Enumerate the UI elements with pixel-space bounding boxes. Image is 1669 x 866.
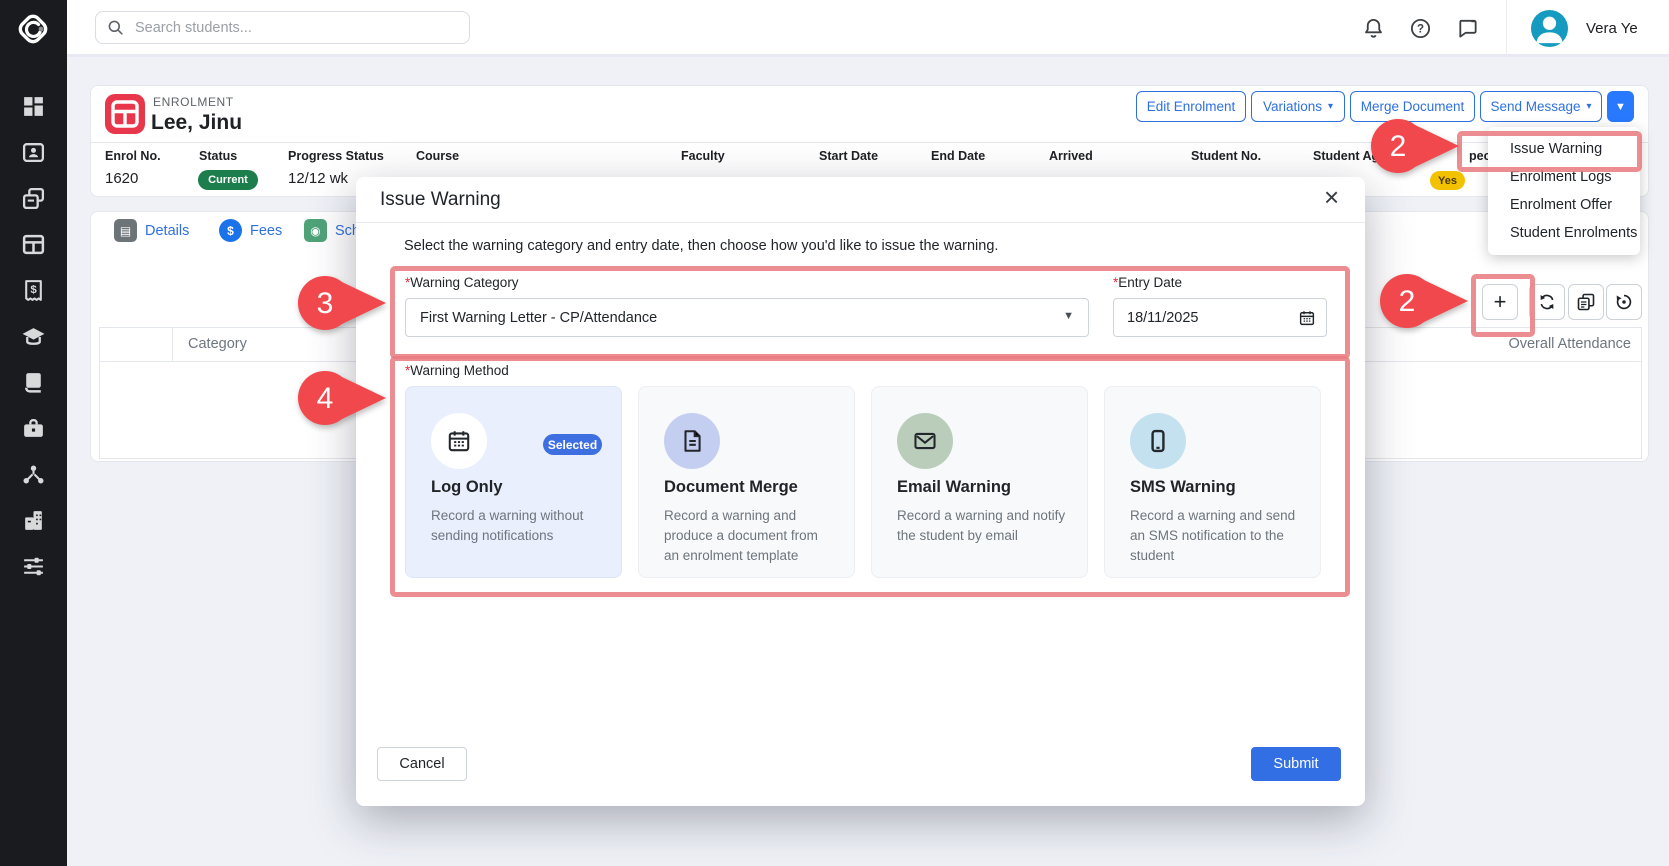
field-label: Faculty	[681, 149, 725, 163]
field-label: End Date	[931, 149, 985, 163]
callout-3-category: 3	[296, 274, 388, 332]
callout-number: 2	[1378, 285, 1436, 319]
phone-icon	[1130, 413, 1186, 469]
chevron-down-icon: ▼	[1615, 101, 1626, 113]
more-actions-caret-button[interactable]: ▼	[1607, 91, 1634, 122]
modal-header-divider	[356, 222, 1365, 223]
sidebar-item-students[interactable]	[21, 140, 46, 165]
field-label: Progress Status	[288, 149, 384, 163]
progress-status-value: 12/12 wk	[288, 170, 348, 187]
enrolment-kicker: ENROLMENT	[153, 95, 234, 109]
search-icon	[106, 18, 125, 37]
chevron-down-icon: ▼	[1063, 310, 1074, 322]
calendar-icon	[431, 413, 487, 469]
sidebar-item-employers[interactable]	[21, 416, 46, 441]
field-label: Start Date	[819, 149, 878, 163]
sidebar-item-dashboard[interactable]	[21, 94, 46, 119]
sidebar-item-agents[interactable]	[21, 462, 46, 487]
tab-schedule[interactable]: ◉ Sch	[304, 219, 360, 242]
sidebar-item-enrolments[interactable]	[21, 232, 46, 257]
field-label: Arrived	[1049, 149, 1093, 163]
topbar-divider	[1506, 0, 1507, 57]
document-icon	[664, 413, 720, 469]
column-header-overall-attendance[interactable]: Overall Attendance	[1508, 336, 1631, 352]
chevron-down-icon: ▾	[1587, 101, 1592, 112]
warning-method-label: *Warning Method	[405, 363, 509, 378]
selected-badge: Selected	[543, 434, 602, 455]
callout-number: 4	[296, 382, 354, 416]
help-icon[interactable]	[1409, 17, 1432, 40]
schedule-icon: ◉	[304, 219, 327, 242]
enrolment-icon	[105, 94, 145, 134]
notifications-bell-icon[interactable]	[1362, 17, 1385, 40]
field-label: Status	[199, 149, 237, 163]
cancel-button[interactable]: Cancel	[377, 747, 467, 781]
send-message-menu: Issue Warning Enrolment Logs Enrolment O…	[1488, 127, 1640, 255]
sidebar-item-finance[interactable]	[21, 278, 46, 303]
submit-button[interactable]: Submit	[1251, 747, 1341, 781]
callout-2-menu: 2	[1369, 117, 1461, 175]
close-icon[interactable]: ×	[1324, 187, 1339, 207]
search-bar[interactable]	[95, 11, 470, 44]
modal-instruction: Select the warning category and entry da…	[404, 238, 998, 254]
menu-item-student-enrolments[interactable]: Student Enrolments	[1488, 219, 1640, 247]
user-name[interactable]: Vera Ye	[1586, 20, 1638, 37]
field-label: Student No.	[1191, 149, 1261, 163]
refresh-button[interactable]	[1529, 284, 1565, 320]
sidebar-item-offers[interactable]	[21, 186, 46, 211]
callout-4-method: 4	[296, 369, 388, 427]
field-label: Enrol No.	[105, 149, 161, 163]
warning-category-label: *Warning Category	[405, 275, 519, 290]
sidebar-item-settings[interactable]	[21, 554, 46, 579]
sidebar-item-subjects[interactable]	[21, 370, 46, 395]
method-card-log-only[interactable]: Selected Log Only Record a warning witho…	[405, 386, 622, 578]
tab-details[interactable]: ▤ Details	[114, 219, 189, 242]
envelope-icon	[897, 413, 953, 469]
app-logo[interactable]	[13, 9, 53, 49]
search-input[interactable]	[133, 19, 459, 37]
field-label: Course	[416, 149, 459, 163]
method-card-sms-warning[interactable]: SMS Warning Record a warning and send an…	[1104, 386, 1321, 578]
entry-date-label: *Entry Date	[1113, 275, 1182, 290]
method-card-email-warning[interactable]: Email Warning Record a warning and notif…	[871, 386, 1088, 578]
details-icon: ▤	[114, 219, 137, 242]
callout-2-add-button: 2	[1378, 272, 1470, 330]
status-badge: Current	[198, 170, 258, 190]
student-name: Lee, Jinu	[151, 111, 242, 135]
issue-warning-modal: Issue Warning × Select the warning categ…	[356, 177, 1365, 806]
enrol-no-value: 1620	[105, 170, 138, 187]
menu-item-issue-warning[interactable]: Issue Warning	[1488, 135, 1640, 163]
method-card-document-merge[interactable]: Document Merge Record a warning and prod…	[638, 386, 855, 578]
chevron-down-icon: ▾	[1328, 101, 1333, 112]
callout-number: 2	[1369, 130, 1427, 164]
fees-icon: $	[219, 219, 242, 242]
sidebar	[0, 0, 67, 866]
menu-item-enrolment-offer[interactable]: Enrolment Offer	[1488, 191, 1640, 219]
warning-category-select[interactable]: First Warning Letter - CP/Attendance ▼	[405, 298, 1089, 337]
entry-date-input[interactable]: 18/11/2025	[1113, 298, 1327, 337]
messages-icon[interactable]	[1456, 17, 1479, 40]
duplicate-button[interactable]	[1568, 284, 1604, 320]
calendar-icon	[1298, 309, 1316, 327]
edit-enrolment-button[interactable]: Edit Enrolment	[1136, 91, 1246, 122]
sidebar-item-organisations[interactable]	[21, 508, 46, 533]
variations-button[interactable]: Variations▾	[1251, 91, 1345, 122]
history-button[interactable]	[1606, 284, 1642, 320]
tab-fees[interactable]: $ Fees	[219, 219, 282, 242]
add-warning-button[interactable]: +	[1482, 284, 1518, 320]
table-column-divider	[172, 328, 173, 361]
column-header-category[interactable]: Category	[188, 336, 247, 352]
sidebar-item-courses[interactable]	[21, 324, 46, 349]
send-message-button[interactable]: Send Message▾	[1480, 91, 1602, 122]
menu-item-enrolment-logs[interactable]: Enrolment Logs	[1488, 163, 1640, 191]
callout-number: 3	[296, 287, 354, 321]
screen: Vera Ye ENROLMENT Lee, Jinu Edit Enrolme…	[0, 0, 1669, 866]
modal-title: Issue Warning	[380, 189, 501, 211]
user-avatar[interactable]	[1531, 10, 1568, 47]
